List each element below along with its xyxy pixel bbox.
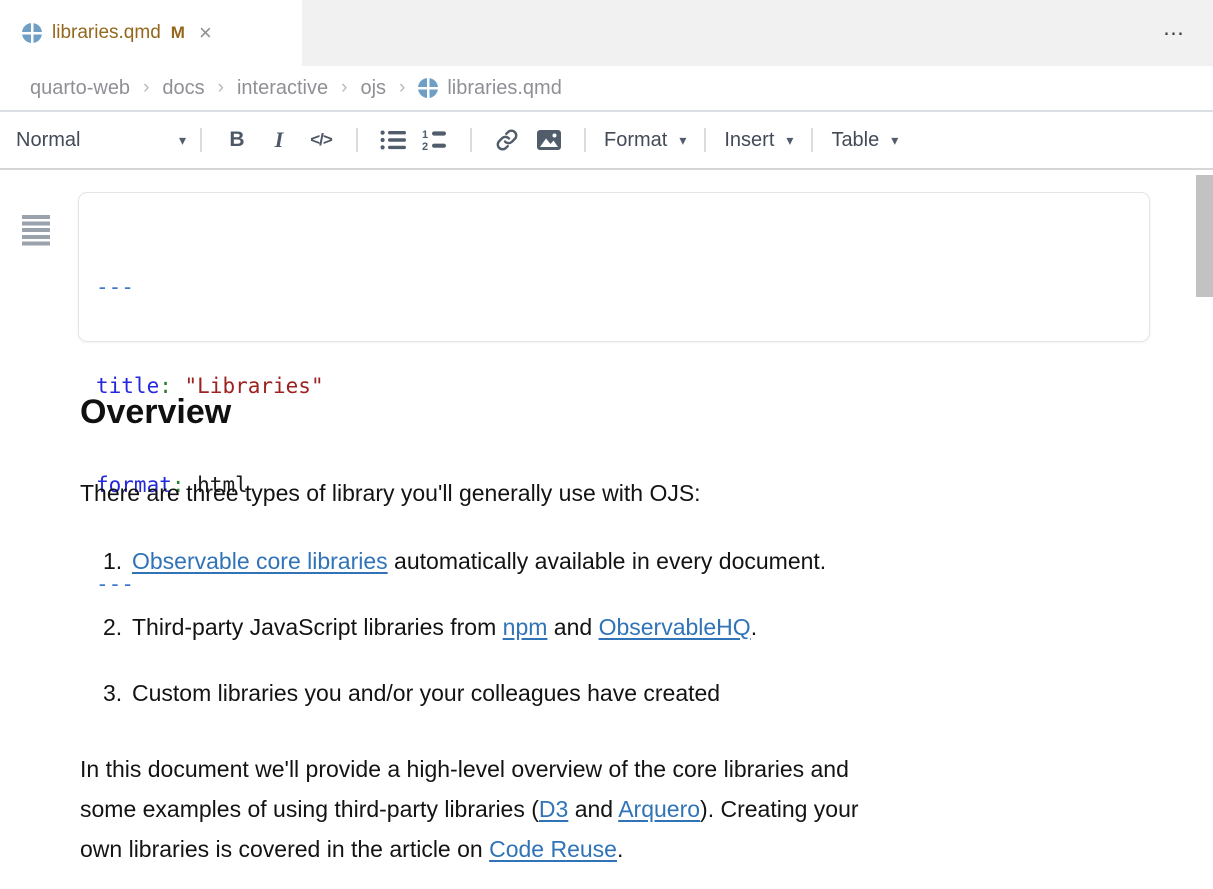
drag-handle-icon[interactable] [22, 215, 50, 247]
image-button[interactable] [532, 122, 566, 158]
breadcrumb-current-label: libraries.qmd [447, 77, 561, 100]
table-menu[interactable]: Table ▾ [831, 129, 898, 152]
chevron-right-icon: › [399, 77, 405, 99]
list-item: 3. Custom libraries you and/or your coll… [103, 679, 1153, 707]
yaml-delimiter: --- [96, 572, 134, 596]
ordered-list: 1. Observable core libraries automatical… [0, 547, 1213, 707]
svg-text:1: 1 [422, 129, 428, 141]
italic-icon: I [275, 127, 284, 153]
chevron-down-icon: ▾ [891, 132, 898, 149]
toolbar-divider [470, 128, 472, 152]
document-editor: --- title: "Libraries" format: html --- … [0, 192, 1213, 869]
more-actions-icon[interactable]: ⋯ [1163, 21, 1187, 46]
code-icon: </> [310, 130, 332, 150]
chevron-right-icon: › [218, 77, 224, 99]
breadcrumb-item-ojs[interactable]: ojs [360, 77, 386, 100]
list-number: 3. [103, 679, 132, 707]
chevron-right-icon: › [341, 77, 347, 99]
inline-code-button[interactable]: </> [304, 122, 338, 158]
toolbar-divider [811, 128, 813, 152]
bullet-list-button[interactable] [376, 122, 410, 158]
closing-line-2-pre: some examples of using third-party libra… [80, 796, 539, 822]
insert-menu-label: Insert [724, 129, 774, 152]
closing-line-3-pre: own libraries is covered in the article … [80, 836, 489, 862]
format-menu-label: Format [604, 129, 667, 152]
editor-window: libraries.qmd M × ⋯ quarto-web › docs › … [0, 0, 1213, 889]
insert-menu[interactable]: Insert ▾ [724, 129, 793, 152]
toolbar-divider [200, 128, 202, 152]
list-item-rest: automatically available in every documen… [388, 548, 827, 574]
italic-button[interactable]: I [262, 122, 296, 158]
bold-icon: B [229, 128, 244, 152]
link-d3[interactable]: D3 [539, 796, 568, 822]
closing-line-2-post: ). Creating your [700, 796, 859, 822]
chevron-down-icon: ▾ [679, 132, 686, 149]
paragraph-style-value: Normal [16, 129, 80, 152]
list-number: 2. [103, 613, 132, 641]
breadcrumb-item-quarto-web[interactable]: quarto-web [30, 77, 130, 100]
format-menu[interactable]: Format ▾ [604, 129, 686, 152]
breadcrumb-item-docs[interactable]: docs [162, 77, 204, 100]
breadcrumb: quarto-web › docs › interactive › ojs › … [0, 66, 1213, 112]
chevron-right-icon: › [143, 77, 149, 99]
breadcrumb-item-current-file[interactable]: libraries.qmd [418, 77, 561, 100]
link-observable-core-libraries[interactable]: Observable core libraries [132, 548, 388, 574]
chevron-down-icon: ▾ [179, 132, 186, 149]
list-item-mid: and [547, 614, 598, 640]
link-code-reuse[interactable]: Code Reuse [489, 836, 617, 862]
bold-button[interactable]: B [220, 122, 254, 158]
closing-paragraph: In this document we'll provide a high-le… [80, 749, 1133, 869]
closing-line-1: In this document we'll provide a high-le… [80, 756, 849, 782]
intro-paragraph: There are three types of library you'll … [80, 479, 1133, 507]
link-npm[interactable]: npm [503, 614, 548, 640]
toolbar-divider [584, 128, 586, 152]
bullet-list-icon [380, 129, 407, 151]
quarto-icon [418, 78, 438, 98]
list-item: 1. Observable core libraries automatical… [103, 547, 1153, 575]
modified-badge: M [171, 23, 185, 43]
list-item-post: . [751, 614, 757, 640]
table-menu-label: Table [831, 129, 879, 152]
tab-libraries-qmd[interactable]: libraries.qmd M × [0, 0, 302, 66]
list-item-text: Observable core libraries automatically … [132, 547, 826, 575]
quarto-icon [22, 23, 42, 43]
list-item-text: Custom libraries you and/or your colleag… [132, 679, 720, 707]
tab-title: libraries.qmd [52, 22, 161, 44]
toolbar-divider [356, 128, 358, 152]
svg-text:2: 2 [422, 141, 428, 151]
paragraph-style-select[interactable]: Normal ▾ [16, 129, 186, 152]
link-icon [495, 128, 519, 152]
list-item-text: Third-party JavaScript libraries from np… [132, 613, 757, 641]
list-item: 2. Third-party JavaScript libraries from… [103, 613, 1153, 641]
list-item-pre: Third-party JavaScript libraries from [132, 614, 503, 640]
closing-line-3-post: . [617, 836, 623, 862]
toolbar-divider [704, 128, 706, 152]
vertical-scrollbar-thumb[interactable] [1196, 175, 1213, 297]
list-number: 1. [103, 547, 132, 575]
tab-bar: libraries.qmd M × ⋯ [0, 0, 1213, 66]
link-button[interactable] [490, 122, 524, 158]
link-arquero[interactable]: Arquero [618, 796, 700, 822]
yaml-delimiter: --- [96, 275, 134, 299]
yaml-front-matter-block[interactable]: --- title: "Libraries" format: html --- [78, 192, 1150, 342]
close-icon[interactable]: × [199, 22, 212, 44]
chevron-down-icon: ▾ [786, 132, 793, 149]
link-observablehq[interactable]: ObservableHQ [599, 614, 751, 640]
numbered-list-icon: 1 2 [422, 129, 448, 151]
numbered-list-button[interactable]: 1 2 [418, 122, 452, 158]
formatting-toolbar: Normal ▾ B I </> 1 2 [0, 112, 1213, 170]
image-icon [536, 129, 562, 151]
breadcrumb-item-interactive[interactable]: interactive [237, 77, 328, 100]
closing-line-2-mid: and [568, 796, 618, 822]
